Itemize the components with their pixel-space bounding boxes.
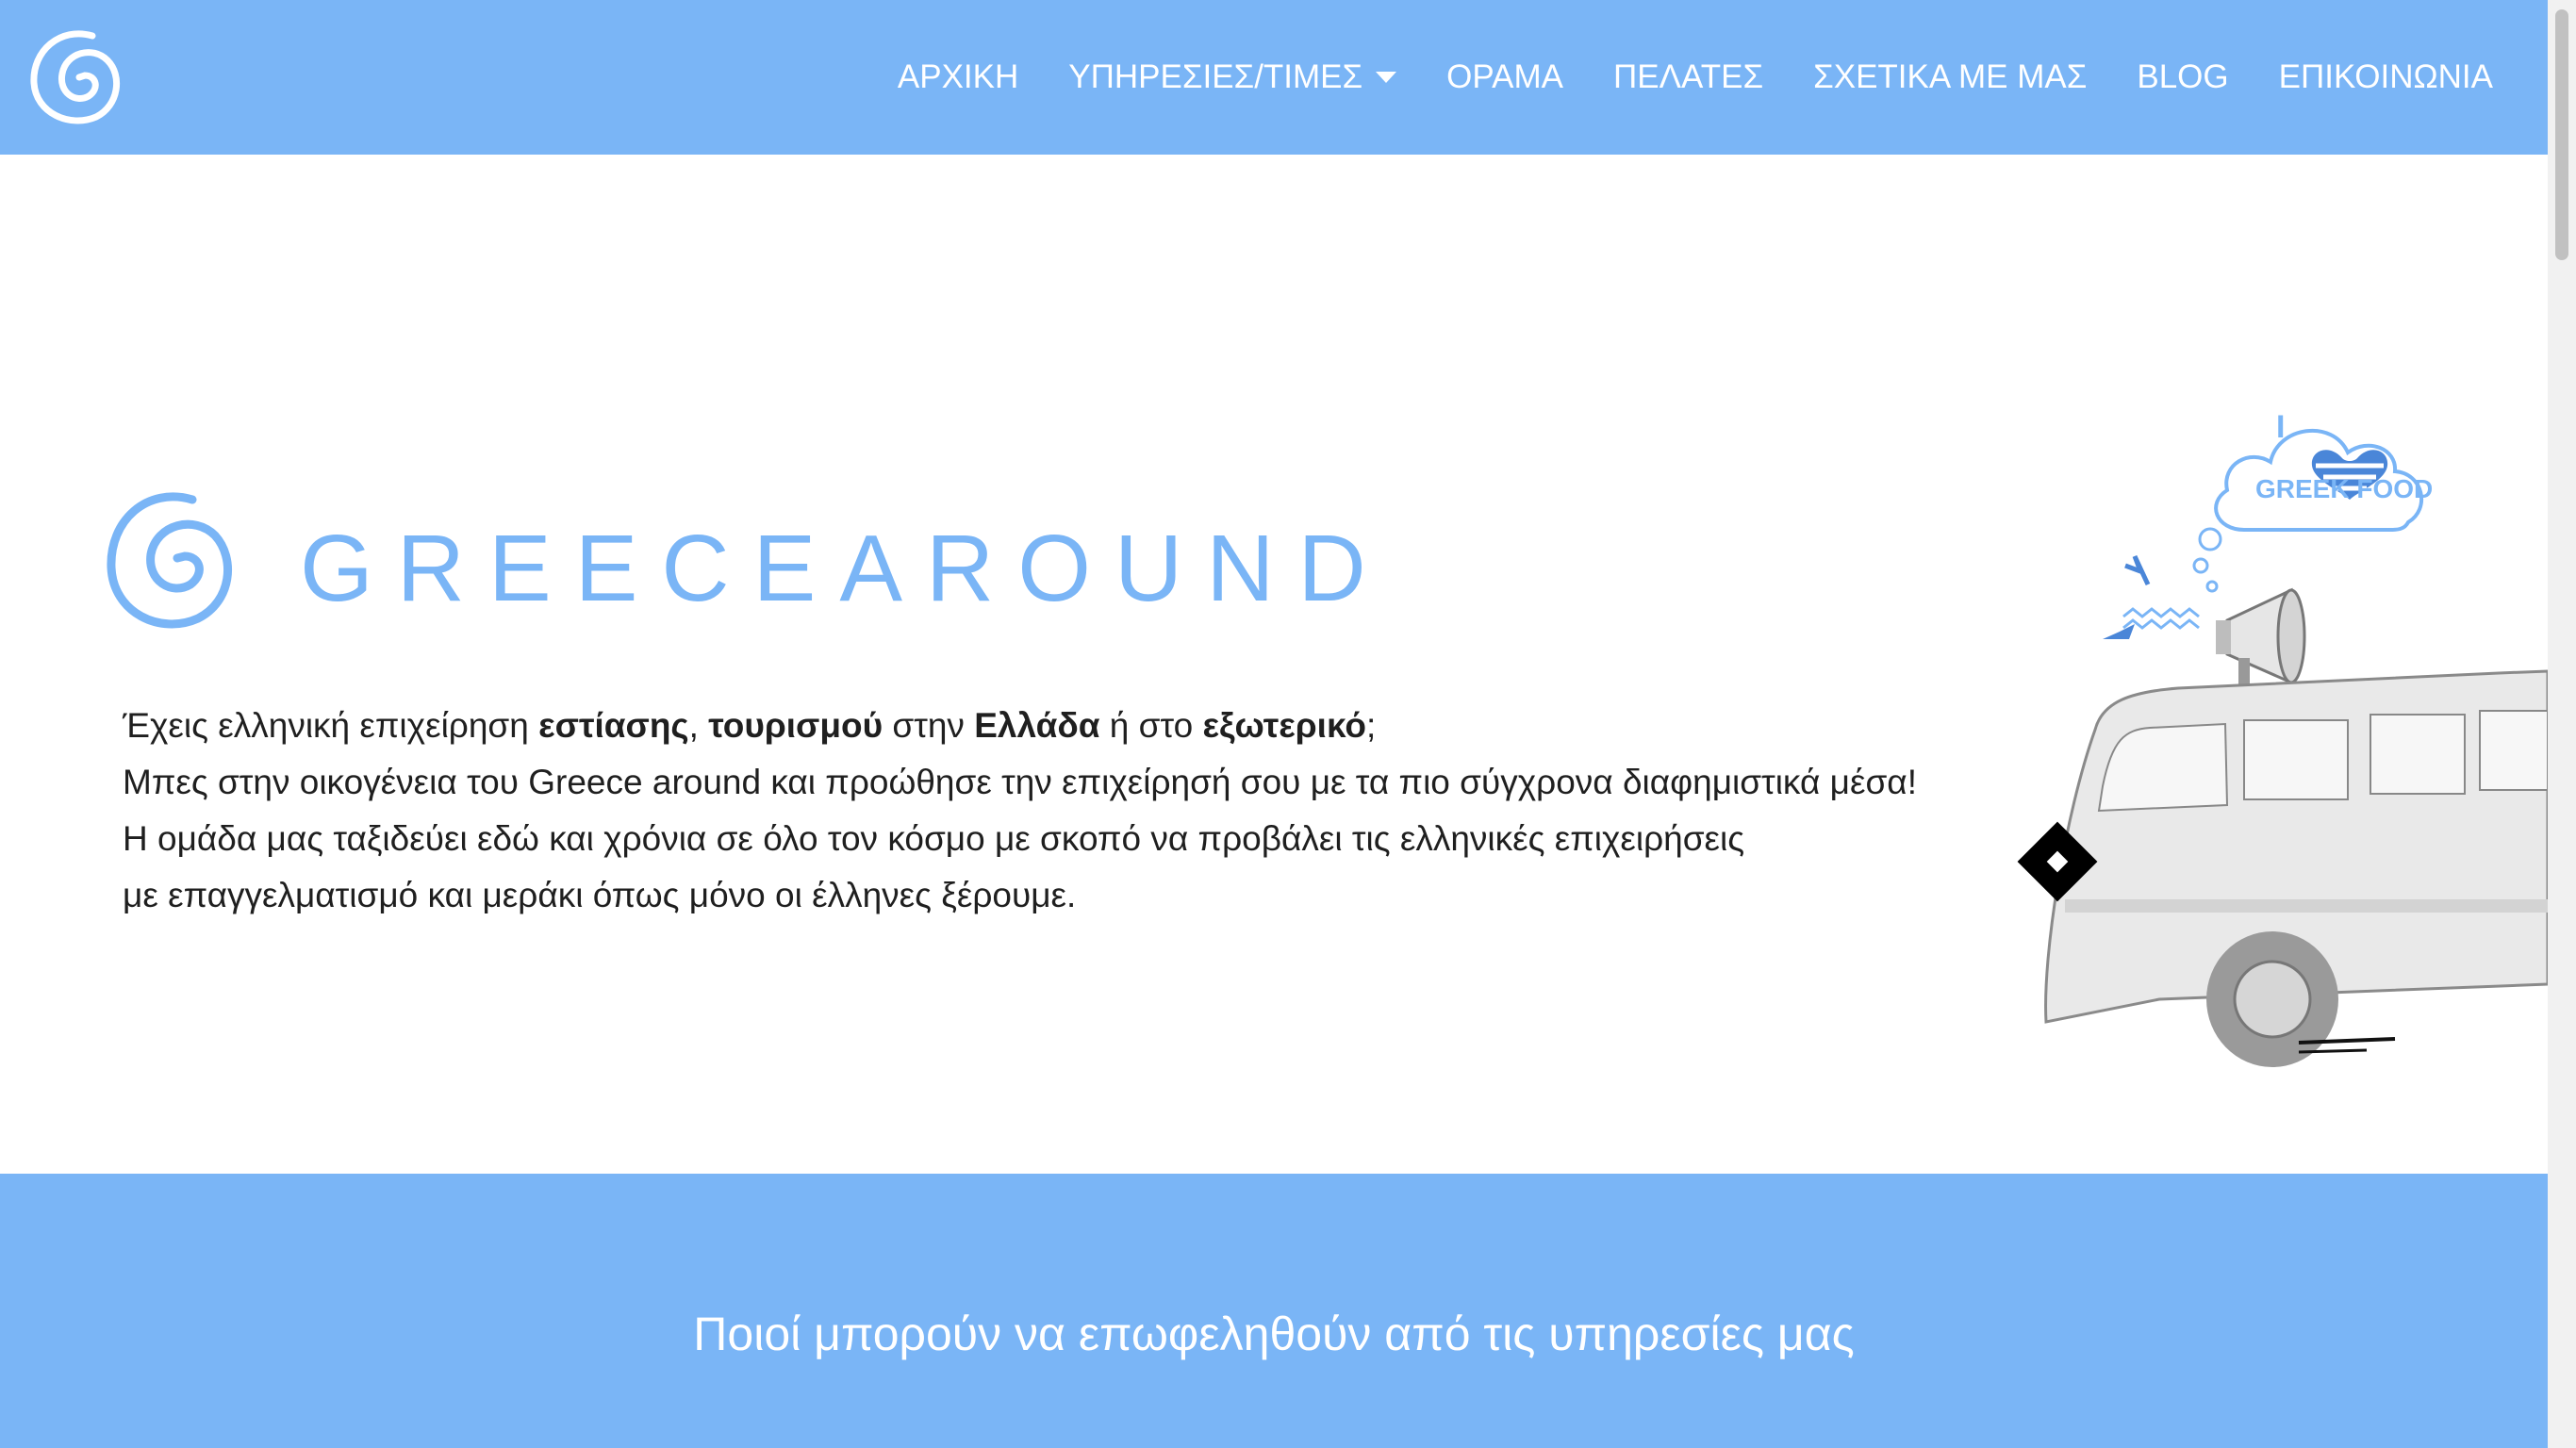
- caret-down-icon: [1376, 72, 1397, 83]
- nav-item-label: ΠΕΛΑΤΕΣ: [1612, 58, 1764, 95]
- nav-item-label: BLOG: [2137, 58, 2229, 95]
- navbar: ΑΡΧΙΚΗ ΥΠΗΡΕΣΙΕΣ/ΤΙΜΕΣ ΟΡΑΜΑ ΠΕΛΑΤΕΣ ΣΧΕ…: [0, 0, 2548, 155]
- intro-text-span: ή στο: [1099, 706, 1203, 745]
- page-scrollbar[interactable]: [2548, 0, 2576, 1448]
- benefits-section: Ποιοί μπορούν να επωφεληθούν από τις υπη…: [0, 1174, 2548, 1448]
- intro-line-3: Η ομάδα μας ταξιδεύει εδώ και χρόνια σε …: [123, 819, 1745, 858]
- nav-item-label: ΣΧΕΤΙΚΑ ΜΕ ΜΑΣ: [1813, 58, 2088, 95]
- intro-bold-span: εξωτερικό: [1202, 706, 1366, 745]
- intro-line-2: Μπες στην οικογένεια του Greece around κ…: [123, 763, 1917, 801]
- cloud-i-text: I: [2276, 409, 2285, 445]
- intro-bold-span: τουρισμού: [708, 706, 883, 745]
- nav-item-blog[interactable]: BLOG: [2137, 58, 2228, 96]
- intro-text-span: ,: [688, 706, 709, 745]
- intro-bold-span: εστίασης: [538, 706, 689, 745]
- scrollbar-thumb[interactable]: [2555, 9, 2568, 260]
- intro-bold-span: Ελλάδα: [974, 706, 1100, 745]
- nav-item-contact[interactable]: ΕΠΙΚΟΙΝΩΝΙΑ: [2279, 58, 2493, 96]
- cloud-greek-food-text: GREEK FOOD: [2255, 474, 2433, 503]
- nav-item-vision[interactable]: ΟΡΑΜΑ: [1446, 58, 1563, 96]
- nav-item-label: ΟΡΑΜΑ: [1446, 58, 1563, 95]
- nav-item-home[interactable]: ΑΡΧΙΚΗ: [898, 58, 1018, 96]
- megaphone-icon: [2216, 587, 2306, 688]
- nav-item-label: ΑΡΧΙΚΗ: [897, 58, 1019, 95]
- nav-item-label: ΕΠΙΚΟΙΝΩΝΙΑ: [2278, 58, 2493, 95]
- van-illustration: I GREEK FOOD: [2017, 409, 2548, 1067]
- nav-item-about[interactable]: ΣΧΕΤΙΚΑ ΜΕ ΜΑΣ: [1813, 58, 2087, 96]
- intro-text: Έχεις ελληνική επιχείρηση εστίασης, τουρ…: [123, 698, 2065, 924]
- main-menu: ΑΡΧΙΚΗ ΥΠΗΡΕΣΙΕΣ/ΤΙΜΕΣ ΟΡΑΜΑ ΠΕΛΑΤΕΣ ΣΧΕ…: [848, 0, 2493, 155]
- brand-title: GREECEAROUND: [300, 516, 1390, 621]
- nav-item-label: ΥΠΗΡΕΣΙΕΣ/ΤΙΜΕΣ: [1068, 58, 1363, 95]
- intro-line-4: με επαγγελματισμό και μεράκι όπως μόνο ο…: [123, 876, 1077, 914]
- intro-text-span: Έχεις ελληνική επιχείρηση: [123, 706, 539, 745]
- brand-spiral-icon: [107, 492, 232, 629]
- nav-item-services-dropdown[interactable]: ΥΠΗΡΕΣΙΕΣ/ΤΙΜΕΣ: [1068, 58, 1397, 96]
- intro-text-span: ;: [1365, 706, 1377, 745]
- site-logo-icon[interactable]: [26, 23, 124, 132]
- intro-text-span: στην: [883, 706, 975, 745]
- nav-item-clients[interactable]: ΠΕΛΑΤΕΣ: [1613, 58, 1763, 96]
- thought-cloud-icon: I GREEK FOOD: [2192, 409, 2433, 593]
- van-icon: [2044, 669, 2548, 1067]
- intro-line-1: Έχεις ελληνική επιχείρηση εστίασης, τουρ…: [123, 698, 2065, 754]
- section-title: Ποιοί μπορούν να επωφεληθούν από τις υπη…: [693, 1308, 1855, 1360]
